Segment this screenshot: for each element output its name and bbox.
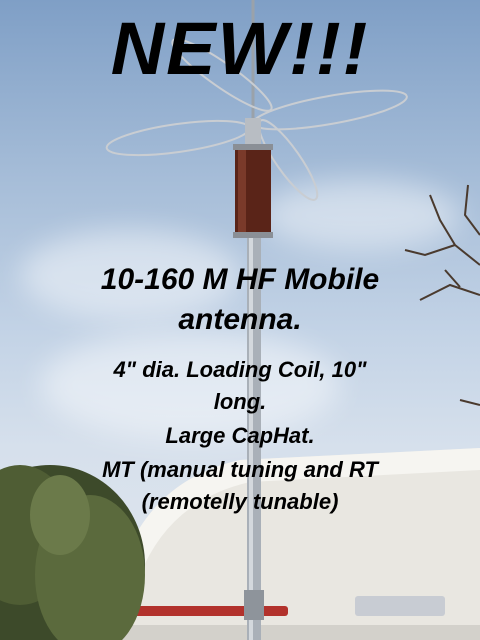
feature-tuning-line2: (remotelly tunable) — [141, 489, 339, 514]
feature-tuning-line1: MT (manual tuning and RT — [102, 457, 378, 482]
headline: NEW!!! — [110, 7, 370, 90]
feature-coil-line2: long. — [213, 389, 267, 414]
feature-coil-line1: 4" dia. Loading Coil, 10" — [113, 357, 367, 382]
product-title-line1: 10-160 M HF Mobile — [100, 263, 380, 296]
product-title-line2: antenna. — [178, 303, 302, 336]
feature-caphat: Large CapHat. — [165, 423, 315, 448]
